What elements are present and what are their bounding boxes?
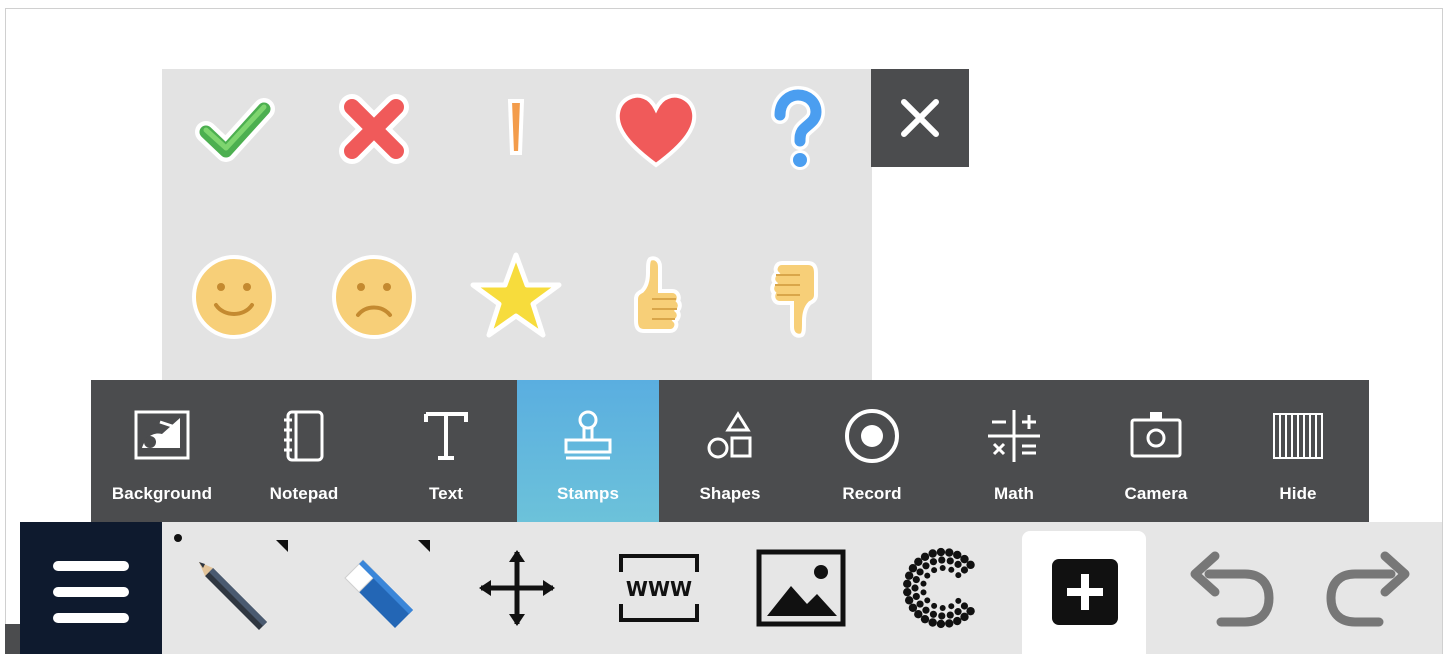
tool-label: Record xyxy=(842,484,902,503)
notepad-icon xyxy=(284,410,324,462)
eraser-icon xyxy=(344,559,413,628)
tool-label: Shapes xyxy=(699,484,761,503)
record-icon xyxy=(845,409,899,463)
thumbs-up-stamp[interactable] xyxy=(606,247,706,347)
math-icon xyxy=(988,410,1040,462)
redo-icon xyxy=(1326,551,1410,627)
tool-label: Camera xyxy=(1124,484,1188,503)
image-button[interactable] xyxy=(730,522,872,654)
star-icon xyxy=(470,252,562,338)
options-indicator xyxy=(276,540,288,552)
tool-label: Hide xyxy=(1279,484,1317,503)
thumbs-down-stamp[interactable] xyxy=(746,247,846,347)
text-icon xyxy=(424,412,468,460)
cross-icon xyxy=(339,94,409,164)
tool-shapes[interactable]: Shapes xyxy=(659,380,801,522)
tool-label: Background xyxy=(111,484,213,503)
smiley-stamp[interactable] xyxy=(184,247,284,347)
tool-label: Text xyxy=(428,484,464,503)
pencil-button[interactable] xyxy=(162,522,304,654)
exclamation-stamp[interactable] xyxy=(466,77,566,177)
sad-face-icon xyxy=(332,255,416,339)
redo-button[interactable] xyxy=(1300,522,1442,654)
move-arrows-icon xyxy=(479,550,555,626)
sad-face-stamp[interactable] xyxy=(324,247,424,347)
tool-record[interactable]: Record xyxy=(801,380,943,522)
camera-icon xyxy=(1130,412,1182,458)
add-icon[interactable] xyxy=(1022,531,1146,654)
dotted-c-button[interactable] xyxy=(872,522,1014,654)
background-icon xyxy=(134,410,190,460)
cross-stamp[interactable] xyxy=(324,77,424,177)
question-icon xyxy=(771,85,826,170)
hide-icon xyxy=(1273,413,1323,459)
move-button[interactable] xyxy=(446,522,588,654)
heart-icon xyxy=(615,93,697,168)
stamp-icon xyxy=(564,410,612,460)
image-icon xyxy=(756,549,846,627)
www-icon: WWW xyxy=(619,554,699,622)
undo-icon xyxy=(1190,551,1274,627)
shapes-icon xyxy=(707,411,752,459)
exclamation-icon xyxy=(507,99,525,155)
star-stamp[interactable] xyxy=(466,247,566,347)
undo-button[interactable] xyxy=(1158,522,1300,654)
svg-text:WWW: WWW xyxy=(626,577,692,601)
tool-camera[interactable]: Camera xyxy=(1085,380,1227,522)
tool-hide[interactable]: Hide xyxy=(1227,380,1369,522)
thumbs-up-icon xyxy=(634,256,682,333)
checkmark-stamp[interactable] xyxy=(184,77,284,177)
tool-label: Notepad xyxy=(269,484,339,503)
tool-notepad[interactable]: Notepad xyxy=(233,380,375,522)
hamburger-menu-icon xyxy=(53,561,129,623)
tool-label: Stamps xyxy=(556,484,619,503)
pencil-icon xyxy=(199,562,267,630)
close-icon xyxy=(901,99,939,137)
tool-label: Math xyxy=(993,484,1035,503)
close-stamps-button[interactable] xyxy=(871,69,969,167)
eraser-button[interactable] xyxy=(304,522,446,654)
tool-bar: Background Notepad Text Stamps Shapes Re… xyxy=(91,380,1369,522)
tool-stamps[interactable]: Stamps xyxy=(517,380,659,522)
dot-indicator xyxy=(174,534,182,542)
tool-background[interactable]: Background xyxy=(91,380,233,522)
edge-strip xyxy=(5,624,20,654)
thumbs-down-icon xyxy=(770,261,818,338)
menu-button[interactable] xyxy=(20,522,162,654)
dotted-c-icon xyxy=(903,547,975,629)
website-button[interactable]: WWW xyxy=(588,522,730,654)
smiley-face-icon xyxy=(192,255,276,339)
add-button-container xyxy=(1022,531,1146,654)
question-stamp[interactable] xyxy=(746,77,846,177)
tool-math[interactable]: Math xyxy=(943,380,1085,522)
bottom-toolbar: WWW xyxy=(20,522,1442,654)
tool-text[interactable]: Text xyxy=(375,380,517,522)
options-indicator xyxy=(418,540,430,552)
stamp-panel xyxy=(162,69,872,381)
heart-stamp[interactable] xyxy=(606,77,706,177)
checkmark-icon xyxy=(195,98,275,162)
